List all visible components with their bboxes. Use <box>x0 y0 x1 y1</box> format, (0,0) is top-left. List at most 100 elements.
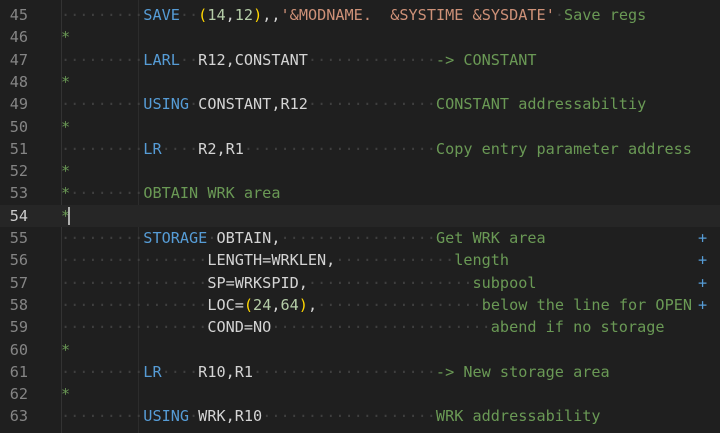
token-cm: -> New storage area <box>436 363 610 381</box>
token-kw: SAVE <box>143 6 180 24</box>
code-line[interactable]: 54* <box>0 205 720 227</box>
token-cm: -> CONSTANT <box>436 51 537 69</box>
line-number: 46 <box>0 26 28 48</box>
line-number: 47 <box>0 49 28 71</box>
code-line[interactable]: 61·········LR····R10,R1·················… <box>0 361 720 383</box>
line-number: 61 <box>0 361 28 383</box>
token-tx: COND=NO <box>207 318 271 336</box>
token-ws: ········· <box>61 363 143 381</box>
token-ws: ········· <box>61 140 143 158</box>
line-number: 59 <box>0 316 28 338</box>
token-ws: ········· <box>61 51 143 69</box>
code-text[interactable]: ················LENGTH=WRKLEN,··········… <box>61 249 509 271</box>
code-line[interactable]: 55·········STORAGE·OBTAIN,··············… <box>0 227 720 249</box>
token-cm: Save regs <box>564 6 646 24</box>
line-number: 56 <box>0 249 28 271</box>
token-ws: · <box>189 407 198 425</box>
code-text[interactable]: ·········USING·WRK,R10··················… <box>61 405 601 427</box>
token-tx: R10,R1 <box>198 363 253 381</box>
token-op: , <box>308 296 317 314</box>
token-ws: ················ <box>61 296 207 314</box>
token-cm: below the line for OPEN <box>482 296 692 314</box>
token-ws: ····················· <box>244 140 436 158</box>
token-ws: ·················· <box>317 296 482 314</box>
text-cursor <box>68 207 70 225</box>
code-text[interactable]: * <box>61 71 70 93</box>
continuation-marker: + <box>698 249 707 271</box>
code-line[interactable]: 50* <box>0 116 720 138</box>
code-line[interactable]: 59 ················COND=NO···············… <box>0 316 720 338</box>
code-text[interactable]: ·········STORAGE·OBTAIN,················… <box>61 227 546 249</box>
code-line[interactable]: 47·········LARL··R12,CONSTANT···········… <box>0 49 720 71</box>
token-ws: ········· <box>61 229 143 247</box>
code-text[interactable]: ·········LARL··R12,CONSTANT·············… <box>61 49 537 71</box>
token-kw: LR <box>143 363 161 381</box>
code-text[interactable]: ·········LR····R2,R1····················… <box>61 138 692 160</box>
code-line[interactable]: 58················LOC=(24,64),··········… <box>0 294 720 316</box>
code-text[interactable]: * <box>61 26 70 48</box>
token-ws: ·············· <box>308 95 436 113</box>
token-ws: ·· <box>180 51 198 69</box>
code-line[interactable]: 46 * <box>0 26 720 48</box>
code-text[interactable]: ·········SAVE··(14,12),,'&MODNAME. &SYST… <box>61 4 646 26</box>
token-tx: CONSTANT,R12 <box>198 95 308 113</box>
continuation-marker: + <box>698 227 707 249</box>
code-text[interactable]: *········OBTAIN WRK area <box>61 182 280 204</box>
token-ws: ················ <box>61 274 207 292</box>
code-text[interactable]: * <box>61 116 70 138</box>
token-cm: OBTAIN WRK area <box>143 184 280 202</box>
token-ws: ················ <box>61 318 207 336</box>
token-kw: LARL <box>143 51 180 69</box>
token-cm: * <box>61 341 70 359</box>
code-line[interactable]: 53*········OBTAIN WRK area <box>0 182 720 204</box>
token-tx: OBTAIN, <box>216 229 280 247</box>
line-number: 45 <box>0 4 28 26</box>
code-line[interactable]: 45·········SAVE··(14,12),,'&MODNAME. &SY… <box>0 4 720 26</box>
code-line[interactable]: 60* <box>0 339 720 361</box>
code-line[interactable]: 52* <box>0 160 720 182</box>
code-text[interactable]: * <box>61 383 70 405</box>
line-number: 49 <box>0 93 28 115</box>
token-cm: subpool <box>473 274 537 292</box>
token-tx: WRK,R10 <box>198 407 262 425</box>
token-cm: * <box>61 28 70 46</box>
token-tx: R2,R1 <box>198 140 244 158</box>
token-tx: SP=WRKSPID, <box>207 274 308 292</box>
code-line[interactable]: 51·········LR····R2,R1··················… <box>0 138 720 160</box>
code-line[interactable]: 56 ················LENGTH=WRKLEN,········… <box>0 249 720 271</box>
code-line[interactable]: 48* <box>0 71 720 93</box>
code-text[interactable]: ·········USING·CONSTANT,R12·············… <box>61 93 646 115</box>
token-ws: ················ <box>61 251 207 269</box>
code-line[interactable]: 63·········USING·WRK,R10················… <box>0 405 720 427</box>
token-ws: · <box>555 6 564 24</box>
token-ws: ·················· <box>308 274 473 292</box>
token-par: ( <box>244 296 253 314</box>
token-ws: ········· <box>61 407 143 425</box>
token-ws: ············· <box>335 251 454 269</box>
code-text[interactable]: ················COND=NO·················… <box>61 316 665 338</box>
code-line[interactable]: 49·········USING·CONSTANT,R12···········… <box>0 93 720 115</box>
code-text[interactable]: ················SP=WRKSPID,·············… <box>61 272 537 294</box>
token-ws: · <box>189 95 198 113</box>
code-line[interactable]: 57················SP=WRKSPID,···········… <box>0 272 720 294</box>
code-text[interactable]: * <box>61 339 70 361</box>
code-text[interactable]: ················LOC=(24,64),············… <box>61 294 692 316</box>
token-op: , <box>226 6 235 24</box>
line-number: 63 <box>0 405 28 427</box>
code-text[interactable]: ·········LR····R10,R1···················… <box>61 361 610 383</box>
token-cm: CONSTANT addressabiltiy <box>436 95 646 113</box>
token-ws: ········· <box>61 95 143 113</box>
token-tx: LOC= <box>207 296 244 314</box>
token-cm: Get WRK area <box>436 229 546 247</box>
line-number: 62 <box>0 383 28 405</box>
code-editor[interactable]: 45·········SAVE··(14,12),,'&MODNAME. &SY… <box>0 0 720 433</box>
token-num: 64 <box>281 296 299 314</box>
token-tx: R12,CONSTANT <box>198 51 308 69</box>
token-par: ( <box>198 6 207 24</box>
token-kw: STORAGE <box>143 229 207 247</box>
line-number: 51 <box>0 138 28 160</box>
token-num: 12 <box>235 6 253 24</box>
code-line[interactable]: 62 * <box>0 383 720 405</box>
token-kw: USING <box>143 407 189 425</box>
code-text[interactable]: * <box>61 160 70 182</box>
